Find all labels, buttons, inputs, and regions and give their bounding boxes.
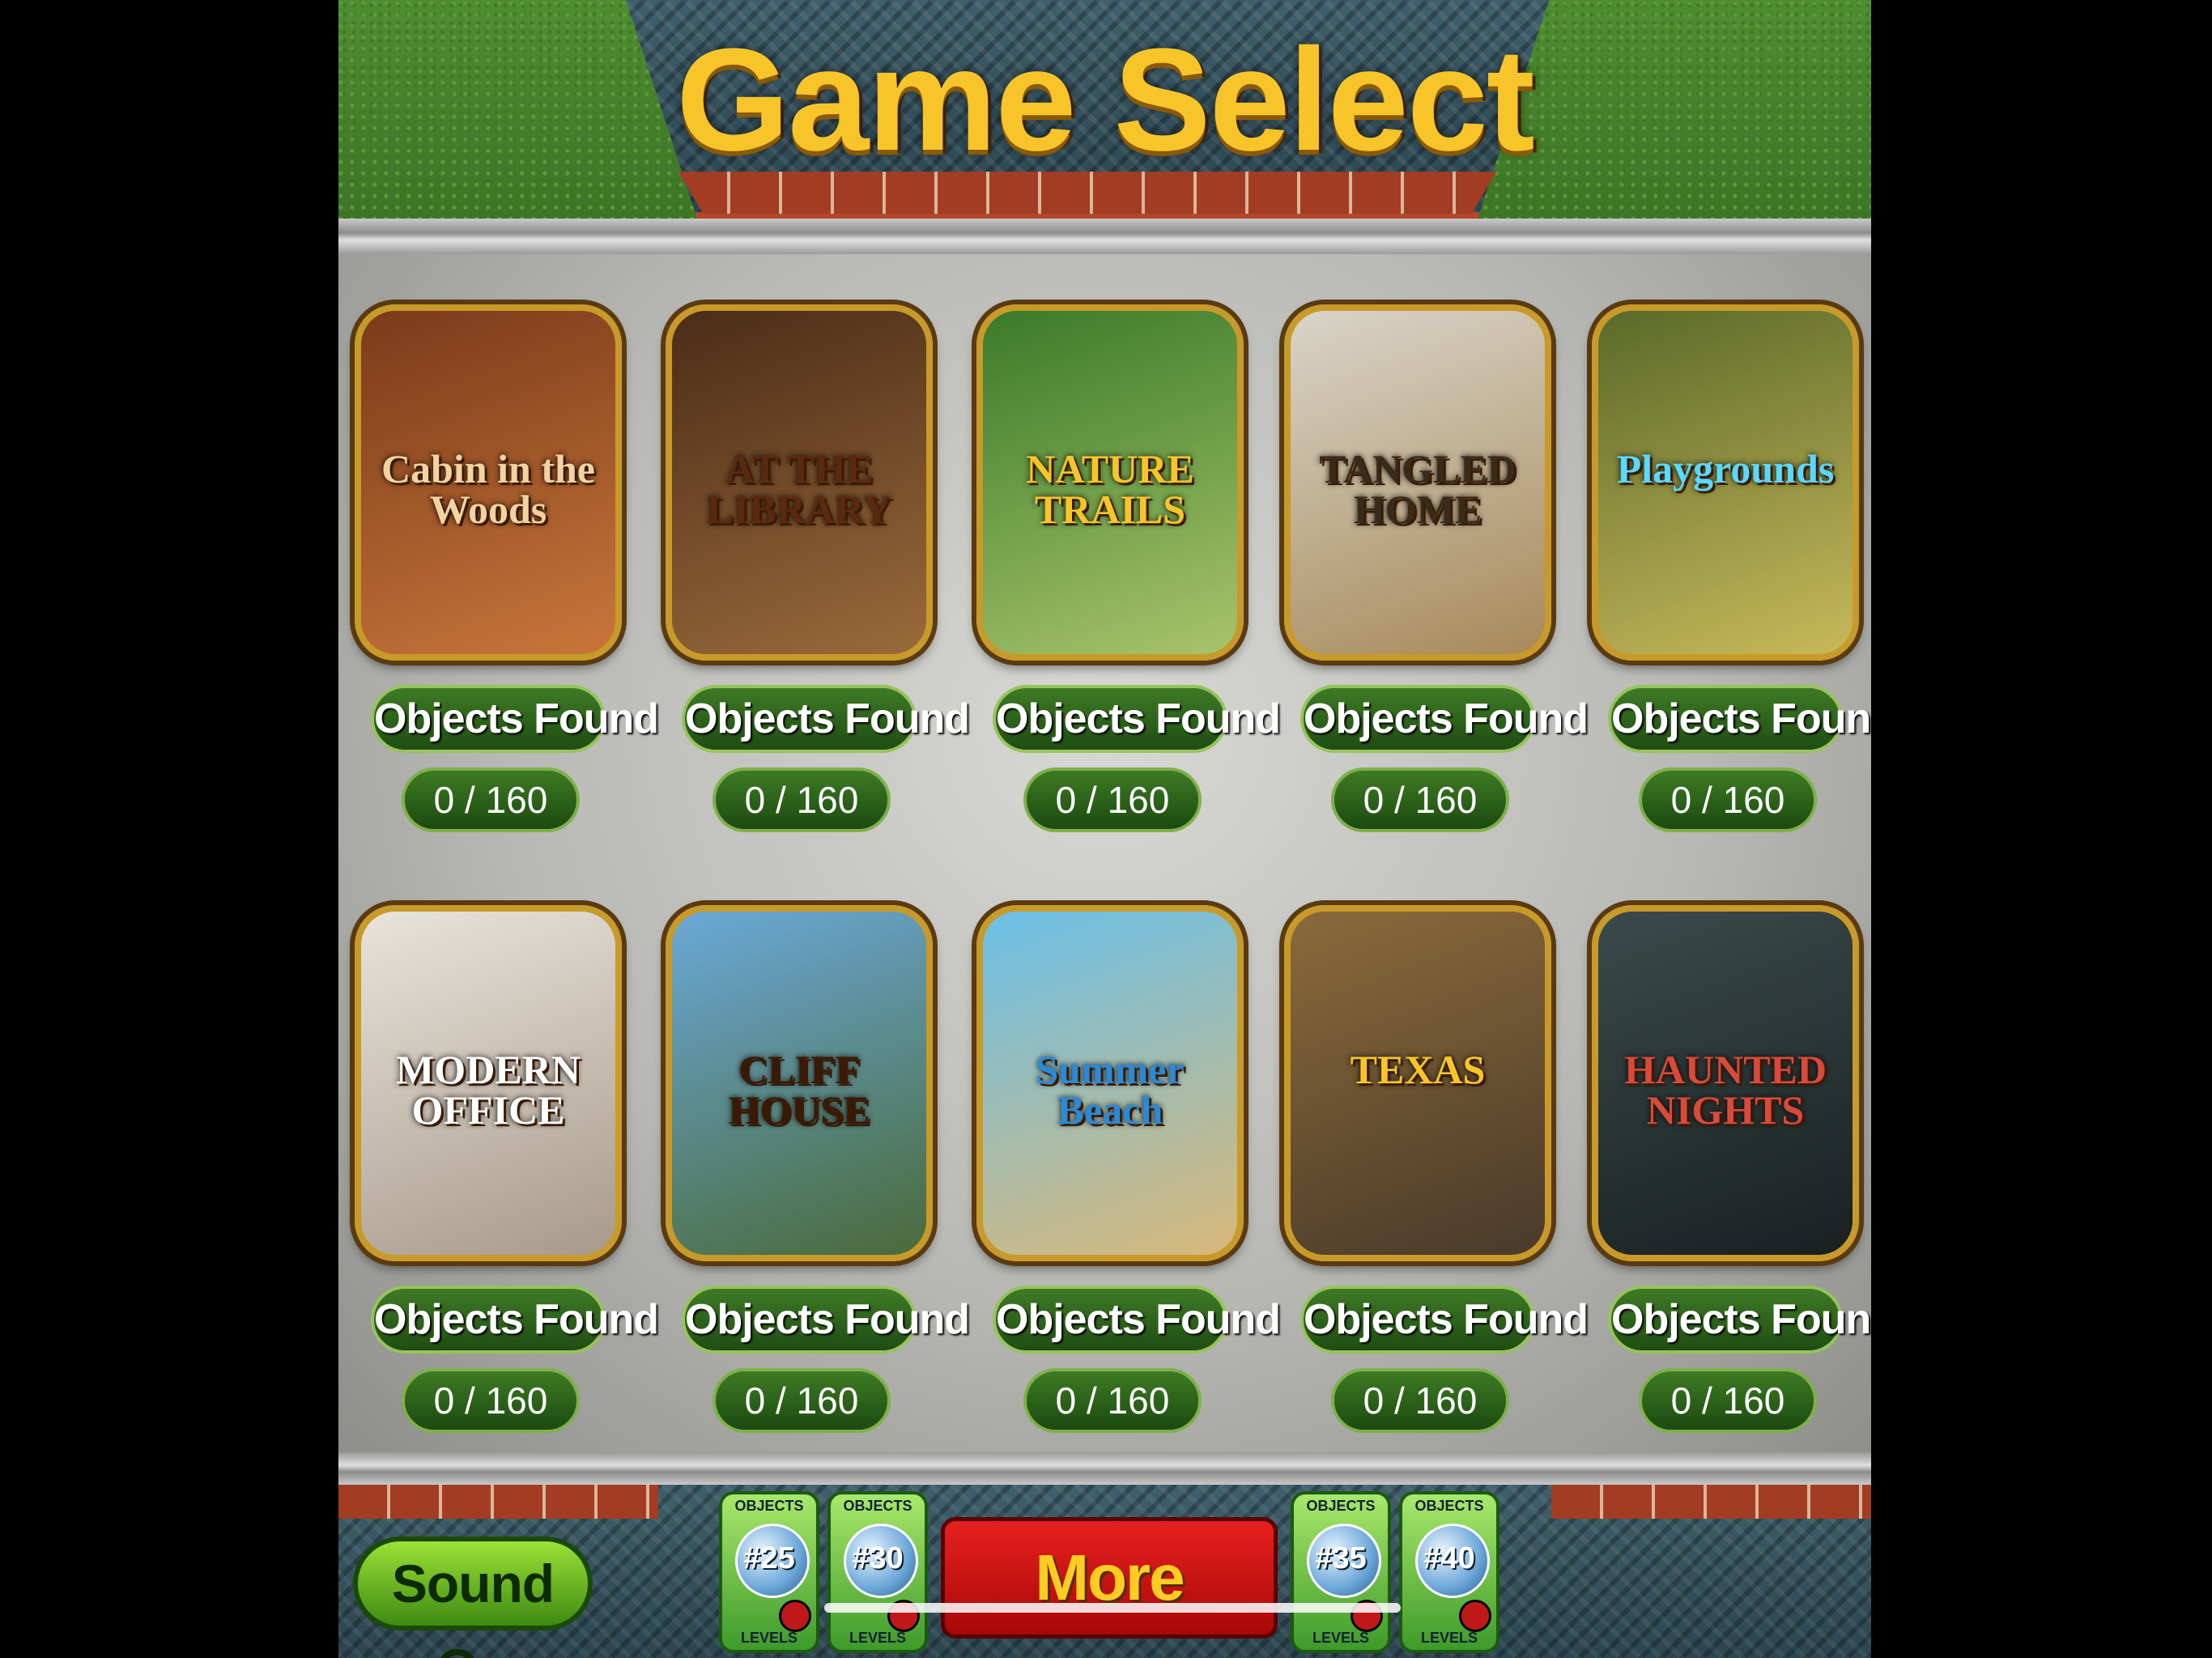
pack-30-button[interactable]: OBJECTS #30 LEVELS [827, 1491, 928, 1653]
pack-top-label: OBJECTS [843, 1498, 912, 1514]
objects-found-count: 0 / 160 [1023, 1368, 1202, 1433]
game-card[interactable]: AT THE LIBRARY Objects Found 0 / 160 [666, 304, 970, 832]
game-thumbnail-title: Playgrounds [1616, 445, 1835, 491]
objects-found-count: 0 / 160 [1331, 1368, 1509, 1433]
pack-top-label: OBJECTS [1414, 1498, 1484, 1514]
game-thumbnail[interactable]: MODERN OFFICE [355, 905, 622, 1261]
game-thumbnail[interactable]: Cabin in the Woods [355, 304, 622, 661]
pack-top-label: OBJECTS [1306, 1498, 1376, 1514]
objects-found-count: 0 / 160 [402, 767, 580, 832]
game-thumbnail-title: CLIFF HOUSE [728, 1046, 870, 1133]
game-thumbnail[interactable]: TEXAS [1284, 905, 1551, 1261]
game-thumbnail[interactable]: HAUNTED NIGHTS [1592, 905, 1859, 1261]
sound-toggle-button[interactable]: Sound On [353, 1537, 593, 1658]
game-card[interactable]: Cabin in the Woods Objects Found 0 / 160 [355, 304, 659, 832]
footer-brick-right [1551, 1485, 1871, 1519]
pack-top-label: OBJECTS [734, 1498, 804, 1514]
bottom-rail [338, 1452, 1871, 1485]
game-card[interactable]: MODERN OFFICE Objects Found 0 / 160 [355, 905, 659, 1433]
pack-number: #35 [1315, 1541, 1367, 1575]
objects-found-label: Objects Found [371, 1286, 659, 1354]
objects-found-label: Objects Found [1608, 1286, 1871, 1354]
objects-found-label: Objects Found [993, 685, 1281, 753]
game-thumbnail-title: Cabin in the Woods [381, 445, 595, 532]
objects-found-label: Objects Found [1300, 1286, 1589, 1354]
objects-found-count: 0 / 160 [713, 1368, 891, 1433]
game-thumbnail[interactable]: Summer Beach [976, 905, 1244, 1261]
game-card[interactable]: Playgrounds Objects Found 0 / 160 [1592, 304, 1871, 832]
pack-number: #25 [743, 1541, 795, 1575]
game-thumbnail-title: TEXAS [1350, 1046, 1486, 1092]
objects-found-label: Objects Found [682, 685, 970, 753]
pack-number: #30 [852, 1541, 904, 1575]
objects-found-label: Objects Found [1300, 685, 1589, 753]
footer-brick-left [338, 1485, 658, 1519]
pack-40-button[interactable]: OBJECTS #40 LEVELS [1399, 1491, 1499, 1653]
objects-found-count: 0 / 160 [402, 1368, 580, 1433]
game-thumbnail-title: HAUNTED NIGHTS [1623, 1046, 1827, 1133]
game-card[interactable]: TEXAS Objects Found 0 / 160 [1284, 905, 1589, 1433]
objects-found-label: Objects Found [371, 685, 659, 753]
game-thumbnail-title: Summer Beach [1036, 1046, 1185, 1133]
game-card[interactable]: Summer Beach Objects Found 0 / 160 [976, 905, 1281, 1433]
game-thumbnail[interactable]: TANGLED HOME [1284, 304, 1551, 661]
pack-bottom-label: LEVELS [1312, 1630, 1369, 1646]
objects-found-label: Objects Found [1608, 685, 1871, 753]
objects-found-count: 0 / 160 [713, 767, 891, 832]
game-thumbnail-title: TANGLED HOME [1319, 445, 1516, 532]
objects-found-count: 0 / 160 [1023, 767, 1202, 832]
objects-found-count: 0 / 160 [1639, 767, 1817, 832]
packs-scrollbar[interactable] [824, 1603, 1401, 1613]
more-games-button[interactable]: More Games [941, 1517, 1278, 1658]
pack-bottom-label: LEVELS [740, 1630, 798, 1646]
game-screen: Game Select Cabin in the Woods Objects Fo… [338, 0, 1871, 1658]
game-card[interactable]: TANGLED HOME Objects Found 0 / 160 [1284, 304, 1589, 832]
pack-35-button[interactable]: OBJECTS #35 LEVELS [1291, 1491, 1391, 1653]
game-thumbnail[interactable]: Playgrounds [1592, 304, 1859, 661]
pack-bottom-label: LEVELS [849, 1630, 906, 1646]
objects-found-count: 0 / 160 [1639, 1368, 1817, 1433]
game-card[interactable]: HAUNTED NIGHTS Objects Found 0 / 160 [1592, 905, 1871, 1433]
pack-number: #40 [1423, 1541, 1475, 1575]
pack-bottom-label: LEVELS [1420, 1630, 1478, 1646]
game-thumbnail[interactable]: AT THE LIBRARY [666, 304, 933, 661]
ladybug-icon [779, 1600, 811, 1632]
objects-found-count: 0 / 160 [1331, 767, 1509, 832]
objects-found-label: Objects Found [993, 1286, 1281, 1354]
game-thumbnail[interactable]: NATURE TRAILS [976, 304, 1244, 661]
game-card[interactable]: CLIFF HOUSE Objects Found 0 / 160 [666, 905, 970, 1433]
header: Game Select [338, 0, 1871, 227]
page-title: Game Select [676, 19, 1535, 181]
game-card[interactable]: NATURE TRAILS Objects Found 0 / 160 [976, 304, 1281, 832]
game-thumbnail[interactable]: CLIFF HOUSE [666, 905, 933, 1261]
objects-found-label: Objects Found [682, 1286, 970, 1354]
game-thumbnail-title: NATURE TRAILS [1026, 445, 1194, 532]
top-rail [338, 219, 1871, 254]
pack-25-button[interactable]: OBJECTS #25 LEVELS [719, 1491, 819, 1653]
game-thumbnail-title: MODERN OFFICE [396, 1046, 581, 1133]
game-thumbnail-title: AT THE LIBRARY [706, 445, 892, 532]
ladybug-icon [1459, 1600, 1491, 1632]
